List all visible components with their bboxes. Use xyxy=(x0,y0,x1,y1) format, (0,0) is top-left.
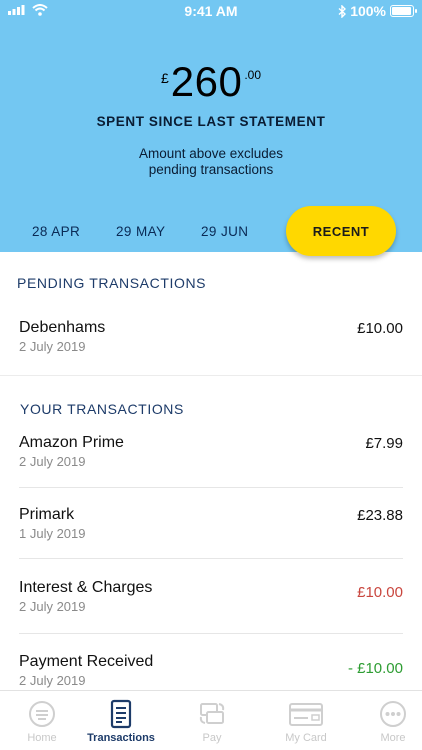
battery-percent: 100% xyxy=(350,3,386,19)
tab-label: Home xyxy=(27,732,57,744)
tab-pay[interactable]: Pay xyxy=(170,691,254,750)
transaction-date: 2 July 2019 xyxy=(19,599,86,614)
transaction-row-amazon-prime[interactable]: Amazon Prime 2 July 2019 £7.99 xyxy=(0,425,422,487)
tab-home[interactable]: Home xyxy=(0,691,84,750)
row-divider xyxy=(19,558,403,559)
status-bar: 9:41 AM 100% xyxy=(0,0,422,22)
transactions-icon xyxy=(110,699,132,729)
pay-icon xyxy=(199,703,225,724)
section-divider xyxy=(0,375,422,376)
transaction-amount: £23.88 xyxy=(357,507,403,524)
bluetooth-icon xyxy=(338,4,347,18)
recent-button[interactable]: RECENT xyxy=(286,206,396,256)
tab-my-card[interactable]: My Card xyxy=(264,691,348,750)
transaction-date: 1 July 2019 xyxy=(19,526,86,541)
tab-transactions[interactable]: Transactions xyxy=(79,691,163,750)
transaction-row-payment-received[interactable]: Payment Received 2 July 2019 - £10.00 xyxy=(0,644,422,690)
card-icon xyxy=(289,703,323,726)
tab-bar: Home Transactions Pay My Card More xyxy=(0,690,422,750)
transaction-name: Primark xyxy=(19,506,75,523)
transaction-name: Amazon Prime xyxy=(19,434,124,451)
transaction-amount: £10.00 xyxy=(357,320,403,337)
battery-icon xyxy=(390,5,417,17)
transaction-date: 2 July 2019 xyxy=(19,339,86,354)
date-tab-29-jun[interactable]: 29 JUN xyxy=(201,224,248,239)
amount-whole: 260 xyxy=(170,58,243,105)
note-line-2: pending transactions xyxy=(148,162,274,177)
battery-level xyxy=(392,7,411,15)
transaction-name: Debenhams xyxy=(19,319,106,336)
transaction-date: 2 July 2019 xyxy=(19,673,86,688)
pending-section-title: PENDING TRANSACTIONS xyxy=(17,275,207,291)
transaction-row-interest-charges[interactable]: Interest & Charges 2 July 2019 £10.00 xyxy=(0,570,422,632)
row-divider xyxy=(19,633,403,634)
pending-transaction-row[interactable]: Debenhams 2 July 2019 £10.00 xyxy=(0,310,422,374)
tab-label: More xyxy=(380,732,406,744)
transaction-name: Interest & Charges xyxy=(19,579,153,596)
statement-date-tabs: 28 APR 29 MAY 29 JUN RECENT xyxy=(0,206,422,258)
transaction-amount: £7.99 xyxy=(365,435,403,452)
tab-label: Pay xyxy=(202,732,222,744)
date-tab-28-apr[interactable]: 28 APR xyxy=(32,224,80,239)
tab-label: My Card xyxy=(285,732,327,744)
spent-label: SPENT SINCE LAST STATEMENT xyxy=(96,114,326,129)
home-icon xyxy=(29,701,55,727)
your-transactions-title: YOUR TRANSACTIONS xyxy=(20,401,184,417)
date-tab-29-may[interactable]: 29 MAY xyxy=(116,224,165,239)
row-divider xyxy=(19,487,403,488)
more-icon xyxy=(380,701,406,727)
tab-more[interactable]: More xyxy=(351,691,422,750)
tab-label: Transactions xyxy=(87,732,155,744)
transaction-date: 2 July 2019 xyxy=(19,454,86,469)
status-right: 100% xyxy=(338,3,417,19)
spent-amount: £260.00 xyxy=(0,58,422,106)
pending-note: Amount above excludes pending transactio… xyxy=(0,146,422,178)
note-line-1: Amount above excludes xyxy=(138,146,284,161)
statement-header: 9:41 AM 100% £260.00 SPENT SINCE LAST ST… xyxy=(0,0,422,256)
amount-pence: .00 xyxy=(244,68,262,82)
transaction-row-primark[interactable]: Primark 1 July 2019 £23.88 xyxy=(0,497,422,559)
transaction-name: Payment Received xyxy=(19,653,154,670)
transaction-amount: - £10.00 xyxy=(347,660,403,677)
currency-symbol: £ xyxy=(160,70,169,86)
transaction-amount: £10.00 xyxy=(357,584,403,601)
